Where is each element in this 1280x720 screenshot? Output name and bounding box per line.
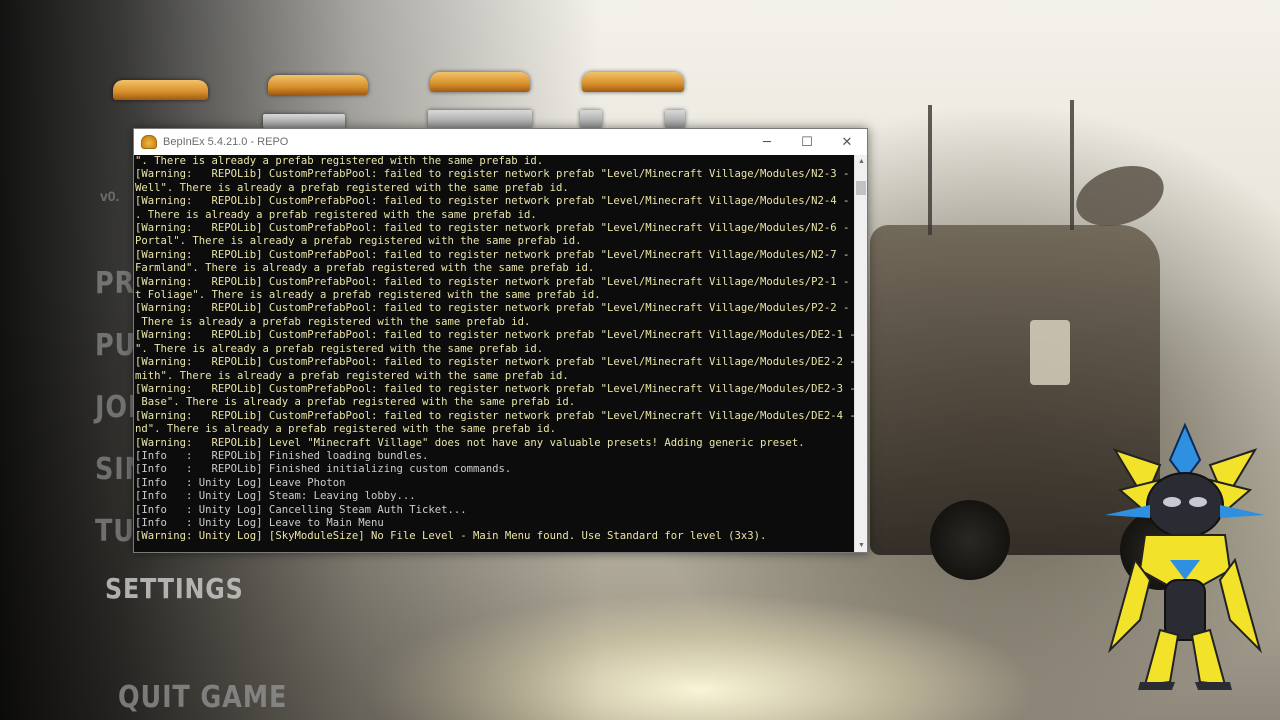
console-line: [Warning: REPOLib] CustomPrefabPool: fai… xyxy=(135,168,854,181)
console-line: [Warning: REPOLib] CustomPrefabPool: fai… xyxy=(135,302,854,315)
antenna xyxy=(928,105,932,235)
console-line: [Info : Unity Log] Leave Photon xyxy=(135,476,346,489)
console-line: [Info : REPOLib] Finished initializing c… xyxy=(135,463,512,476)
game-logo-part xyxy=(665,110,685,128)
antenna xyxy=(1070,100,1074,230)
game-version: v0. xyxy=(100,188,120,204)
console-output[interactable]: ". There is already a prefab registered … xyxy=(134,155,854,552)
game-logo-part xyxy=(113,80,208,100)
console-line: nd". There is already a prefab registere… xyxy=(135,423,556,436)
console-line: Base". There is already a prefab registe… xyxy=(135,396,576,409)
console-line: Well". There is already a prefab registe… xyxy=(135,181,569,194)
vertical-scrollbar[interactable]: ▲ ▼ xyxy=(854,155,867,552)
console-line: [Info : Unity Log] Cancelling Steam Auth… xyxy=(135,503,467,516)
console-line: [Warning: REPOLib] CustomPrefabPool: fai… xyxy=(135,329,854,342)
game-logo-part xyxy=(263,114,345,128)
console-line: [Warning: REPOLib] Level "Minecraft Vill… xyxy=(135,436,805,449)
console-line: [Warning: REPOLib] CustomPrefabPool: fai… xyxy=(135,248,854,261)
bepinex-icon xyxy=(141,135,157,149)
game-logo-part xyxy=(430,72,530,92)
scroll-thumb[interactable] xyxy=(856,181,866,195)
game-logo-part xyxy=(268,75,368,95)
console-line: [Warning: REPOLib] CustomPrefabPool: fai… xyxy=(135,382,854,395)
window-controls: ─ ☐ ✕ xyxy=(747,129,867,155)
console-line: . There is already a prefab registered w… xyxy=(135,208,537,221)
scroll-up-icon[interactable]: ▲ xyxy=(855,155,868,168)
close-button[interactable]: ✕ xyxy=(827,129,867,155)
console-line: mith". There is already a prefab registe… xyxy=(135,369,569,382)
window-title: BepInEx 5.4.21.0 - REPO xyxy=(163,136,289,148)
game-logo-part xyxy=(580,110,602,128)
console-titlebar[interactable]: BepInEx 5.4.21.0 - REPO ─ ☐ ✕ xyxy=(134,129,867,155)
game-logo-part xyxy=(582,72,684,92)
console-line: [Warning: REPOLib] CustomPrefabPool: fai… xyxy=(135,409,854,422)
console-line: Portal". There is already a prefab regis… xyxy=(135,235,582,248)
menu-item-join[interactable]: JOI xyxy=(95,390,138,425)
menu-item-quit[interactable]: QUIT GAME xyxy=(118,680,287,715)
vehicle-window xyxy=(1030,320,1070,385)
console-line: Farmland". There is already a prefab reg… xyxy=(135,262,595,275)
console-window[interactable]: BepInEx 5.4.21.0 - REPO ─ ☐ ✕ ". There i… xyxy=(133,128,868,553)
console-line: [Info : Unity Log] Leave to Main Menu xyxy=(135,516,384,529)
vehicle-wheel xyxy=(930,500,1010,580)
console-line: [Warning: REPOLib] CustomPrefabPool: fai… xyxy=(135,275,854,288)
console-line: [Warning: REPOLib] CustomPrefabPool: fai… xyxy=(135,356,854,369)
console-line: ". There is already a prefab registered … xyxy=(135,155,544,167)
console-line: t Foliage". There is already a prefab re… xyxy=(135,289,601,302)
console-line: ". There is already a prefab registered … xyxy=(135,342,544,355)
mascot-character xyxy=(1105,422,1265,690)
console-line: There is already a prefab registered wit… xyxy=(135,315,531,328)
console-line: [Warning: Unity Log] [SkyModuleSize] No … xyxy=(135,530,767,543)
minimize-button[interactable]: ─ xyxy=(747,129,787,155)
console-line: [Info : REPOLib] Finished loading bundle… xyxy=(135,449,429,462)
console-line: [Warning: REPOLib] CustomPrefabPool: fai… xyxy=(135,222,854,235)
menu-item-settings[interactable]: SETTINGS xyxy=(105,572,244,605)
console-line: [Warning: REPOLib] CustomPrefabPool: fai… xyxy=(135,195,854,208)
scroll-down-icon[interactable]: ▼ xyxy=(855,539,868,552)
game-logo-part xyxy=(428,110,532,128)
console-line: [Info : Unity Log] Steam: Leaving lobby.… xyxy=(135,490,416,503)
maximize-button[interactable]: ☐ xyxy=(787,129,827,155)
